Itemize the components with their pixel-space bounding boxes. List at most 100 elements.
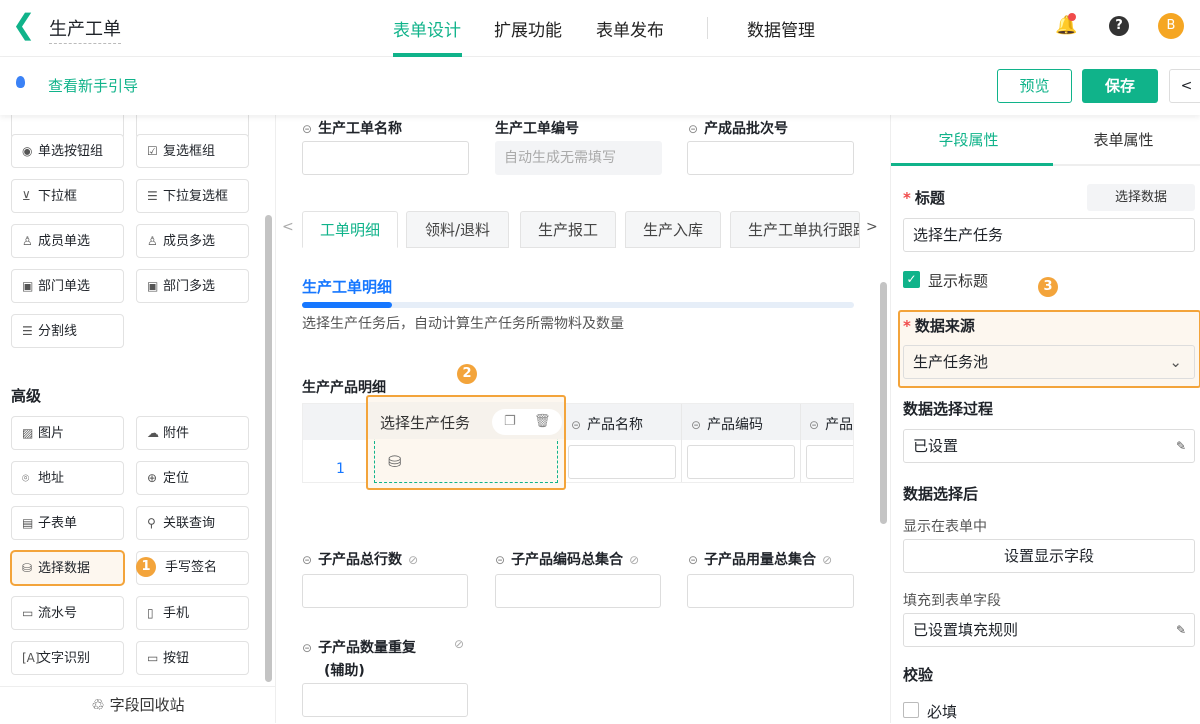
selected-column[interactable]: 选择生产任务 ❐ 🗑 ⛁	[366, 395, 566, 490]
field-input[interactable]	[495, 574, 661, 608]
tabs-next-icon[interactable]: >	[866, 219, 878, 235]
component-dept-multi[interactable]: ▣ 部门多选	[136, 269, 249, 303]
lightbulb-icon	[16, 76, 25, 88]
field-input[interactable]	[687, 574, 854, 608]
edit-icon[interactable]: ✎	[1176, 430, 1186, 462]
row-number: 1	[336, 461, 345, 477]
link-icon: ⊝	[691, 418, 702, 432]
validation-label: 校验	[903, 666, 934, 684]
show-title-checkbox[interactable]: ✓	[903, 271, 920, 288]
help-icon[interactable]: ?	[1109, 16, 1129, 36]
tab-tracking[interactable]: 生产工单执行跟踪	[730, 211, 860, 248]
field-label: ⊝ 子产品编码总集合 ⊘	[495, 552, 640, 568]
component-checkbox-group[interactable]: ☑ 复选框组	[136, 134, 249, 168]
avatar[interactable]: B	[1158, 13, 1184, 39]
component-member-multi[interactable]: ♙ 成员多选	[136, 224, 249, 258]
component-lookup[interactable]: ⚲ 关联查询	[136, 506, 249, 540]
component-button[interactable]: ▭ 按钮	[136, 641, 249, 675]
link-icon: ⊝	[302, 641, 313, 655]
table-icon: ▤	[22, 516, 34, 530]
title-label: * 标题	[903, 189, 945, 207]
edit-icon[interactable]: ✎	[1176, 614, 1186, 646]
tab-field-properties[interactable]: 字段属性	[891, 115, 1046, 165]
component-select-data[interactable]: ⛁ 选择数据	[11, 551, 124, 585]
link-icon: ⊝	[688, 122, 699, 136]
guide-link[interactable]: 查看新手引导	[48, 75, 138, 96]
trash-icon[interactable]: 🗑	[534, 409, 551, 435]
component-geolocation[interactable]: ⊕ 定位	[136, 461, 249, 495]
link-icon: ⊝	[688, 553, 699, 567]
left-scrollbar[interactable]	[265, 215, 272, 682]
process-field[interactable]: 已设置 ✎	[903, 429, 1195, 463]
field-label: ⊝ 子产品总行数 ⊘	[302, 552, 419, 568]
ocr-icon: [A]	[22, 651, 40, 665]
component-multi-dropdown[interactable]: ☰ 下拉复选框	[136, 179, 249, 213]
component-ocr[interactable]: [A]文字识别	[11, 641, 124, 675]
share-icon[interactable]: <	[1169, 69, 1200, 103]
set-display-fields-button[interactable]: 设置显示字段	[903, 539, 1195, 573]
canvas-scrollbar[interactable]	[880, 282, 887, 524]
form-canvas: ⊝ 生产工单名称 生产工单编号 ⊝ 产成品批次号 自动生成无需填写 < 工单明细 领…	[276, 115, 888, 723]
radio-icon: ◉	[22, 144, 33, 158]
product-code-cell[interactable]	[687, 445, 795, 479]
tab-report[interactable]: 生产报工	[520, 211, 616, 248]
fill-rule-field[interactable]: 已设置填充规则 ✎	[903, 613, 1195, 647]
title-input[interactable]: 选择生产任务	[903, 218, 1195, 252]
work-order-name-input[interactable]	[302, 141, 469, 175]
component-divider[interactable]: ☰ 分割线	[11, 314, 124, 348]
tab-form-design[interactable]: 表单设计	[393, 16, 461, 41]
link-icon: ⊝	[302, 122, 313, 136]
tab-work-order-detail[interactable]: 工单明细	[302, 211, 398, 248]
section-bar	[302, 302, 854, 308]
tab-material[interactable]: 领料/退料	[406, 211, 509, 248]
display-label: 显示在表单中	[903, 519, 987, 535]
tab-publish[interactable]: 表单发布	[596, 16, 664, 41]
required-label: 必填	[927, 703, 958, 721]
component-attachment[interactable]: ☁ 附件	[136, 416, 249, 450]
divider-icon: ☰	[22, 324, 33, 338]
tab-data-management[interactable]: 数据管理	[747, 16, 815, 41]
advanced-group-title: 高级	[11, 387, 42, 405]
data-source-select[interactable]: 生产任务池 ⌄	[903, 345, 1195, 379]
recycle-icon: ♲	[91, 696, 110, 714]
component-dropdown[interactable]: ⊻ 下拉框	[11, 179, 124, 213]
batch-number-input[interactable]	[687, 141, 854, 175]
active-tab-indicator	[891, 163, 1053, 166]
field-input[interactable]	[302, 683, 468, 717]
notification-dot	[1068, 13, 1076, 21]
tabs-prev-icon[interactable]: <	[282, 219, 294, 235]
column-title: 选择生产任务	[380, 414, 471, 432]
select-data-button[interactable]: 选择数据	[1087, 184, 1195, 211]
field-input[interactable]	[302, 574, 468, 608]
component-address[interactable]: ⌾ 地址	[11, 461, 124, 495]
component-member-single[interactable]: ♙ 成员单选	[11, 224, 124, 258]
field-recycle-bin[interactable]: ♲ 字段回收站	[0, 686, 276, 723]
chevron-down-icon: ⌄	[1169, 353, 1182, 371]
copy-icon[interactable]: ❐	[504, 409, 516, 435]
section-description: 选择生产任务后，自动计算生产任务所需物料及数量	[302, 316, 624, 332]
component-serial-number[interactable]: ▭ 流水号	[11, 596, 124, 630]
department-icon: ▣	[22, 279, 34, 293]
back-icon[interactable]: ❮	[12, 10, 35, 40]
component-image[interactable]: ▨ 图片	[11, 416, 124, 450]
save-button[interactable]: 保存	[1082, 69, 1158, 103]
work-order-number-input: 自动生成无需填写	[495, 141, 662, 175]
step-badge-3: 3	[1038, 277, 1058, 297]
component-dept-single[interactable]: ▣ 部门单选	[11, 269, 124, 303]
link-icon: ⊝	[495, 553, 506, 567]
component-radio-group[interactable]: ◉ 单选按钮组	[11, 134, 124, 168]
hidden-eye-icon: ⊘	[408, 553, 419, 567]
checkbox-icon: ☑	[147, 144, 158, 158]
app-title[interactable]: 生产工单	[49, 15, 121, 44]
product-name-cell[interactable]	[568, 445, 676, 479]
product-cell[interactable]	[806, 445, 853, 479]
component-subform[interactable]: ▤ 子表单	[11, 506, 124, 540]
hidden-eye-icon: ⊘	[822, 553, 833, 567]
required-checkbox[interactable]	[903, 702, 919, 718]
tab-form-properties[interactable]: 表单属性	[1046, 115, 1200, 165]
tab-extensions[interactable]: 扩展功能	[494, 16, 562, 41]
tab-warehouse[interactable]: 生产入库	[625, 211, 721, 248]
component-phone[interactable]: ▯ 手机	[136, 596, 249, 630]
preview-button[interactable]: 预览	[997, 69, 1072, 103]
location-pin-icon: ⌾	[22, 471, 30, 485]
